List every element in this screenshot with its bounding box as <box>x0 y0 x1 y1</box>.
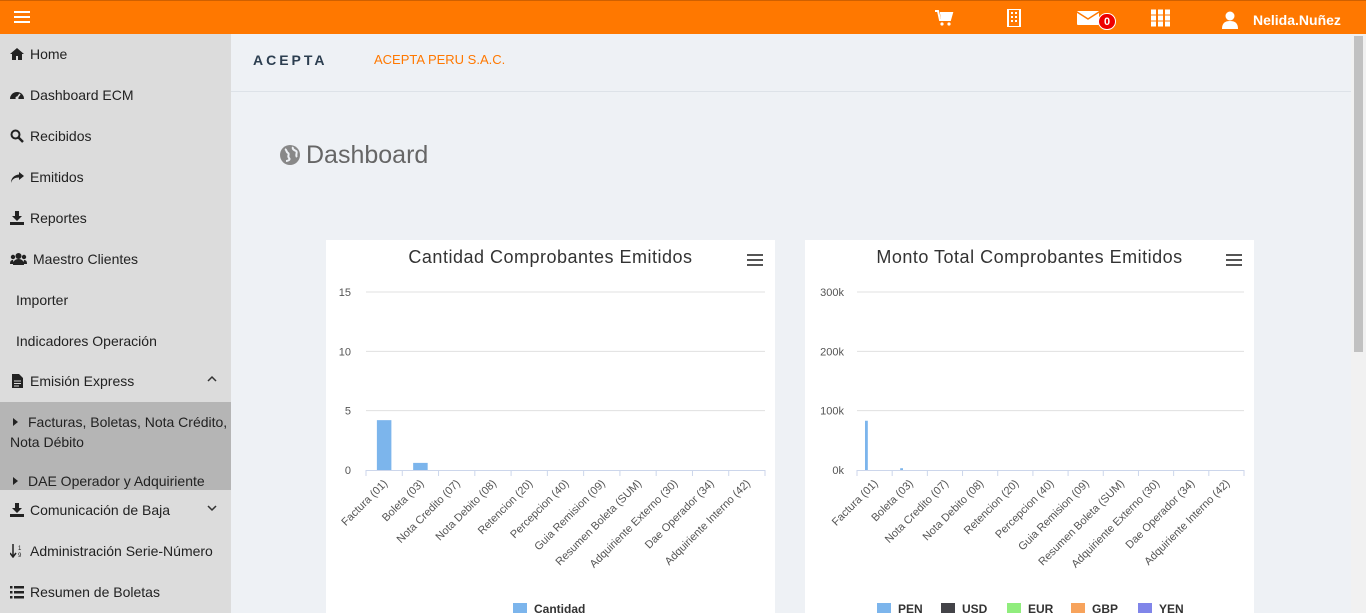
sidebar-item-label: Recibidos <box>30 128 92 144</box>
sidebar-item-administracion-serie[interactable]: 1 9 Administración Serie-Número <box>0 531 231 572</box>
legend-label[interactable]: PEN <box>898 602 923 613</box>
submenu-item-label: Facturas, Boletas, Nota Crédito, Nota Dé… <box>10 414 228 450</box>
page-title: Dashboard <box>280 141 428 170</box>
sidebar-item-emitidos[interactable]: Emitidos <box>0 157 231 198</box>
legend-swatch[interactable] <box>877 603 891 613</box>
bar[interactable] <box>900 468 903 470</box>
sidebar-item-importer[interactable]: Importer <box>0 280 231 321</box>
y-tick-label: 300k <box>820 287 844 299</box>
sidebar-item-home[interactable]: Home <box>0 34 231 75</box>
sidebar-item-reportes[interactable]: Reportes <box>0 198 231 239</box>
users-icon <box>10 241 27 265</box>
mail-count-badge[interactable]: 0 <box>1098 13 1116 30</box>
bar[interactable] <box>376 420 392 470</box>
sidebar-item-resumen-boletas[interactable]: Resumen de Boletas <box>0 572 231 613</box>
chart-plot: 0k100k200k300kFactura (01)Boleta (03)Not… <box>820 287 1245 613</box>
globe-icon <box>280 143 300 165</box>
bar[interactable] <box>865 420 868 470</box>
emision-express-submenu: Facturas, Boletas, Nota Crédito, Nota Dé… <box>0 402 231 490</box>
file-icon <box>10 363 24 388</box>
submenu-item-dae[interactable]: DAE Operador y Adquiriente <box>0 471 231 491</box>
sidebar-item-label: Maestro Clientes <box>33 251 139 267</box>
sidebar-item-emision-express[interactable]: Emisión Express <box>0 361 231 402</box>
bar[interactable] <box>413 462 428 470</box>
x-tick-label: Factura (01) <box>830 478 881 529</box>
grid-icon[interactable] <box>1151 9 1170 27</box>
legend-swatch[interactable] <box>513 603 527 613</box>
y-tick-label: 10 <box>339 346 351 358</box>
sidebar: Home Dashboard ECM Recibidos Emitidos Re… <box>0 34 231 613</box>
y-tick-label: 100k <box>820 406 844 418</box>
chart-card-monto: Monto Total Comprobantes Emitidos 0k 100k… <box>805 240 1254 613</box>
submenu-item-facturas[interactable]: Facturas, Boletas, Nota Crédito, Nota Dé… <box>0 412 231 452</box>
caret-right-icon <box>13 477 18 485</box>
sidebar-item-label: Emitidos <box>30 169 84 185</box>
share-icon <box>10 159 24 183</box>
legend-swatch[interactable] <box>1071 603 1085 613</box>
y-tick-label: 0 <box>345 465 351 477</box>
y-tick-label: 0k <box>832 465 844 477</box>
chevron-down-icon[interactable] <box>207 490 217 530</box>
legend-label[interactable]: EUR <box>1028 602 1054 613</box>
legend-swatch[interactable] <box>1138 603 1152 613</box>
y-tick-label: 5 <box>345 406 351 418</box>
acepta-logo[interactable]: ACEPTA <box>253 52 328 68</box>
sidebar-item-label: Resumen de Boletas <box>30 584 160 600</box>
chart-plot: 051015Factura (01)Boleta (03)Nota Credit… <box>339 287 766 613</box>
menu-icon[interactable] <box>14 11 30 23</box>
legend-label[interactable]: GBP <box>1092 602 1118 613</box>
legend-label[interactable]: Cantidad <box>534 602 585 613</box>
top-bar: 0 Nelida.Nuñez <box>0 0 1366 34</box>
home-icon <box>10 36 24 60</box>
legend-swatch[interactable] <box>941 603 955 613</box>
submenu-item-label: DAE Operador y Adquiriente <box>28 473 205 489</box>
sidebar-item-label: Home <box>30 46 68 62</box>
download-icon <box>10 492 24 517</box>
x-tick-label: Nota Credito (07) <box>883 478 951 546</box>
sidebar-item-label: Indicadores Operación <box>16 333 157 349</box>
sidebar-item-label: Administración Serie-Número <box>30 543 213 559</box>
caret-right-icon <box>13 418 18 426</box>
sidebar-item-maestro-clientes[interactable]: Maestro Clientes <box>0 239 231 280</box>
company-name: ACEPTA PERU S.A.C. <box>374 52 506 67</box>
page-title-text: Dashboard <box>306 141 429 169</box>
chart-card-cantidad: Cantidad Comprobantes Emitidos 0 5 10 15 Fac… <box>326 240 775 613</box>
chevron-up-icon[interactable] <box>207 361 217 402</box>
sidebar-item-dashboard-ecm[interactable]: Dashboard ECM <box>0 75 231 116</box>
svg-text:9: 9 <box>18 553 22 558</box>
search-icon <box>10 118 24 143</box>
legend-label[interactable]: USD <box>962 602 988 613</box>
building-icon[interactable] <box>1006 8 1022 28</box>
user-name[interactable]: Nelida.Nuñez <box>1253 12 1341 28</box>
x-tick-label: Nota Credito (07) <box>395 478 463 546</box>
y-tick-label: 200k <box>820 346 844 358</box>
vertical-scrollbar[interactable] <box>1351 34 1366 613</box>
x-tick-label: Nota Debito (08) <box>921 478 987 544</box>
svg-text:1: 1 <box>18 546 22 552</box>
sidebar-item-recibidos[interactable]: Recibidos <box>0 116 231 157</box>
sidebar-item-label: Importer <box>16 292 69 308</box>
y-tick-label: 15 <box>339 287 351 299</box>
sidebar-item-label: Emisión Express <box>30 373 135 389</box>
brand-header: ACEPTA ACEPTA PERU S.A.C. <box>231 34 1351 92</box>
sidebar-item-label: Reportes <box>30 210 87 226</box>
dashboard-icon <box>10 77 24 100</box>
legend-swatch[interactable] <box>1007 603 1021 613</box>
download-icon <box>10 200 24 225</box>
legend-label[interactable]: YEN <box>1159 602 1184 613</box>
list-icon <box>10 574 24 599</box>
scrollbar-thumb[interactable] <box>1354 36 1363 352</box>
cart-icon[interactable] <box>934 9 954 27</box>
envelope-icon[interactable] <box>1076 9 1100 27</box>
x-tick-label: Factura (01) <box>339 478 390 529</box>
sidebar-item-label: Dashboard ECM <box>30 87 134 103</box>
x-tick-label: Dae Operador (34) <box>643 478 717 552</box>
sort-icon: 19 <box>9 533 24 559</box>
sidebar-item-comunicacion-baja[interactable]: Comunicación de Baja <box>0 490 231 530</box>
user-icon[interactable] <box>1222 11 1238 29</box>
sidebar-item-label: Comunicación de Baja <box>30 502 171 518</box>
sidebar-item-indicadores-operacion[interactable]: Indicadores Operación <box>0 321 231 362</box>
